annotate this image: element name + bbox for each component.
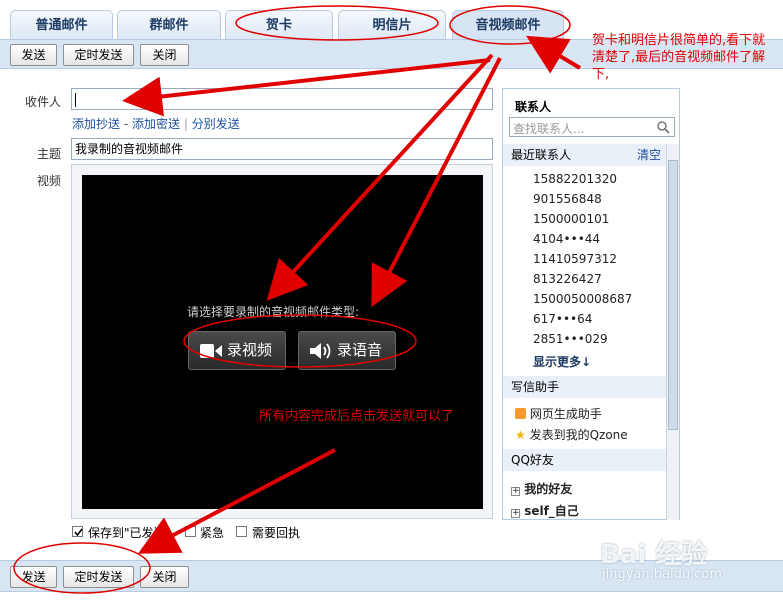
contact-search-placeholder: 查找联系人... (513, 122, 585, 136)
record-voice-button[interactable]: 录语音 (298, 331, 396, 370)
link-separator-dash: - (123, 117, 129, 131)
video-recorder-box: 请选择要录制的音视频邮件类型: 录视频 录语音 (71, 164, 493, 519)
contacts-title: 联系人 (515, 100, 552, 114)
group-my-friends-label: 我的好友 (524, 482, 573, 496)
recent-contact-item[interactable]: 1500000101 (533, 212, 609, 226)
recent-contacts-label: 最近联系人 (511, 148, 572, 162)
web-generator-item[interactable]: 网页生成助手 (515, 405, 602, 422)
tab-greeting-card[interactable]: 贺卡 (225, 10, 333, 40)
receipt-checkbox[interactable] (236, 526, 247, 537)
baidu-watermark: Bai 经验 (600, 540, 708, 570)
add-bcc-link[interactable]: 添加密送 (132, 117, 180, 131)
send-options: 保存到"已发送" 紧急 需要回执 (72, 524, 492, 540)
separate-send-link[interactable]: 分别发送 (192, 117, 240, 131)
checkmark-icon (74, 528, 83, 537)
recent-contact-item[interactable]: 1500050008687 (533, 292, 632, 306)
expand-icon: + (511, 486, 520, 496)
save-sent-checkbox[interactable] (72, 526, 83, 537)
tab-av-mail[interactable]: 音视频邮件 (452, 10, 564, 40)
tab-group-mail[interactable]: 群邮件 (117, 10, 221, 40)
recent-contact-item[interactable]: 2851•••029 (533, 332, 608, 346)
urgent-checkbox[interactable] (185, 526, 196, 537)
record-type-prompt: 请选择要录制的音视频邮件类型: (187, 305, 360, 319)
receipt-label: 需要回执 (252, 526, 301, 540)
baidu-watermark-url: jingyan.baidu.com (602, 567, 722, 582)
record-video-label: 录视频 (227, 341, 273, 359)
subject-input[interactable]: 我录制的音视频邮件 (71, 138, 493, 160)
record-voice-label: 录语音 (337, 341, 383, 359)
recent-contact-item[interactable]: 11410597312 (533, 252, 617, 266)
recipient-input[interactable] (71, 88, 493, 110)
star-icon: ★ (515, 428, 526, 442)
recent-contact-item[interactable]: 901556848 (533, 192, 602, 206)
group-self[interactable]: + self_自己 (511, 502, 579, 519)
recent-contact-item[interactable]: 617•••64 (533, 312, 592, 326)
search-icon[interactable] (657, 121, 670, 134)
recent-contacts-header: 最近联系人 清空 (503, 144, 667, 166)
group-self-label: self_自己 (524, 504, 579, 518)
web-generator-label: 网页生成助手 (529, 407, 602, 421)
contact-search-input[interactable]: 查找联系人... (509, 117, 675, 137)
recipient-label: 收件人 (25, 95, 62, 109)
recent-contact-item[interactable]: 4104•••44 (533, 232, 600, 246)
pencil-icon (515, 408, 526, 419)
send-button-bottom[interactable]: 发送 (10, 566, 57, 588)
recent-contact-item[interactable]: 813226427 (533, 272, 602, 286)
clear-recent-link[interactable]: 清空 (637, 144, 661, 166)
recipient-links: 添加抄送 - 添加密送 | 分别发送 (72, 115, 240, 132)
close-button-bottom[interactable]: 关闭 (140, 566, 189, 588)
text-cursor (75, 92, 76, 107)
contacts-scrollbar[interactable] (666, 144, 679, 520)
video-camera-icon (200, 344, 222, 358)
tab-postcard[interactable]: 明信片 (338, 10, 446, 40)
writing-assistant-header: 写信助手 (503, 376, 667, 398)
expand-icon: + (511, 508, 520, 518)
annotation-note-cards: 贺卡和明信片很简单的,看下就清楚了,最后的音视频邮件了解下, (592, 33, 766, 82)
scheduled-send-button[interactable]: 定时发送 (63, 44, 134, 66)
urgent-label: 紧急 (200, 526, 225, 540)
qq-friends-header: QQ好友 (503, 449, 667, 471)
subject-label: 主题 (37, 147, 62, 161)
contacts-panel: 联系人 查找联系人... 最近联系人 清空 15882201320 9015568… (502, 88, 680, 520)
record-video-button[interactable]: 录视频 (188, 331, 286, 370)
speaker-icon (310, 343, 331, 359)
show-more-link[interactable]: 显示更多↓ (533, 353, 591, 370)
tab-normal-mail[interactable]: 普通邮件 (10, 10, 113, 40)
recent-contact-item[interactable]: 15882201320 (533, 172, 617, 186)
save-sent-label: 保存到"已发送" (88, 526, 172, 540)
add-cc-link[interactable]: 添加抄送 (72, 117, 120, 131)
scrollbar-thumb[interactable] (668, 160, 678, 430)
qzone-item[interactable]: ★ 发表到我的Qzone (515, 426, 628, 443)
send-button[interactable]: 发送 (10, 44, 57, 66)
video-preview: 请选择要录制的音视频邮件类型: 录视频 录语音 (82, 175, 483, 509)
annotation-note-send: 所有内容完成后点击发送就可以了 (259, 409, 455, 424)
close-button[interactable]: 关闭 (140, 44, 189, 66)
video-label: 视频 (37, 174, 62, 188)
group-my-friends[interactable]: + 我的好友 (511, 480, 572, 497)
scheduled-send-button-bottom[interactable]: 定时发送 (63, 566, 134, 588)
qzone-label: 发表到我的Qzone (529, 428, 628, 442)
link-separator-bar: | (183, 117, 188, 131)
